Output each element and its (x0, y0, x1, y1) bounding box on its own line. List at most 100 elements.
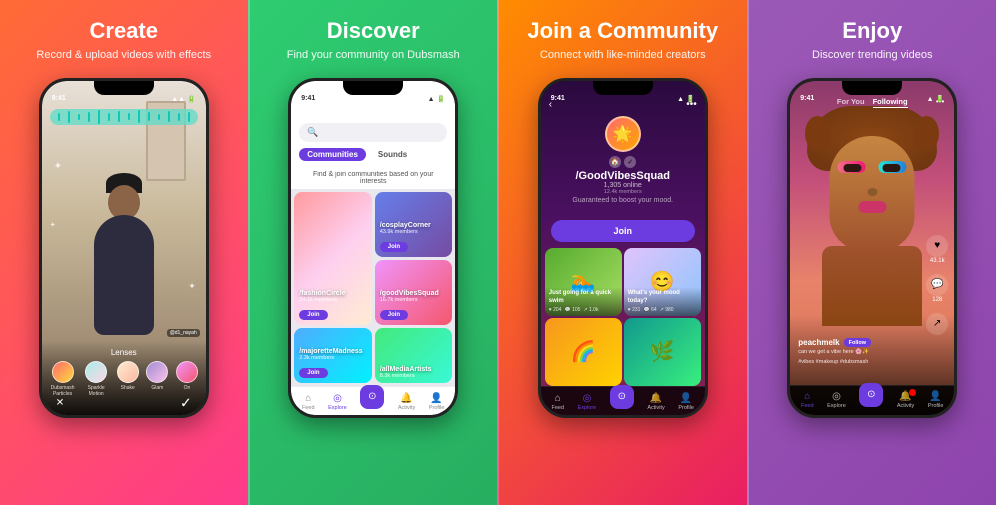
face (830, 136, 915, 251)
video-thumb-4[interactable]: 🌿 (624, 318, 701, 386)
nav-feed[interactable]: ⌂ Feed (302, 393, 315, 411)
community-videos-grid: 🏊 Just going for a quick swim ♥ 204 💬 10… (541, 248, 705, 386)
community-card-goodvibes[interactable]: /goodVibesSquad 16.7k members Join (375, 260, 453, 325)
thumb-stats-2: ♥ 231 💬 64 ↗ 980 (628, 307, 697, 313)
nav-activity-comm[interactable]: 🔔 Activity (647, 393, 664, 411)
nav-profile-comm[interactable]: 👤 Profile (678, 393, 694, 411)
nav-explore-comm[interactable]: ◎ Explore (578, 393, 597, 411)
comment-action[interactable]: 💬 128 (926, 274, 948, 303)
like-action[interactable]: ♥ 43.1k (926, 235, 948, 264)
time-display: 9:41 (301, 95, 315, 102)
camera-button[interactable]: ⊙ (360, 385, 384, 409)
nav-camera-enjoy[interactable]: ⊙ (859, 391, 883, 409)
community-card-cosplay[interactable]: /cosplayCorner 43.9k members Join (375, 192, 453, 257)
lens-circle (52, 361, 74, 383)
thumb-stats-1: ♥ 204 💬 105 ↗ 1.0k (549, 307, 618, 313)
nav-feed-label: Feed (552, 405, 565, 411)
tab-communities[interactable]: Communities (299, 148, 366, 161)
camera-button[interactable]: ⊙ (610, 385, 634, 409)
close-button[interactable]: ✕ (56, 397, 64, 408)
bottom-nav-discover: ⌂ Feed ◎ Explore ⊙ 🔔 Activity 👤 Profile (291, 386, 455, 415)
status-icons: ▲ 🔋 (677, 95, 695, 103)
tab-sounds[interactable]: Sounds (370, 148, 415, 161)
lens-shake[interactable]: Shake (117, 361, 139, 397)
fashion-join-button[interactable]: Join (299, 310, 327, 320)
like-count: 43.1k (930, 258, 945, 264)
badge-row: 🏠 ✓ (551, 156, 695, 168)
time-display: 9:41 (800, 95, 814, 102)
nav-feed-comm[interactable]: ⌂ Feed (552, 393, 565, 411)
time-display: 9:41 (52, 95, 66, 102)
community-card-fashion[interactable]: /fashionCircle 24.1k members Join (294, 192, 372, 325)
cosplay-join-button[interactable]: Join (380, 242, 408, 252)
nav-explore[interactable]: ◎ Explore (328, 393, 347, 411)
search-bar[interactable]: 🔍 (299, 123, 447, 142)
nav-profile-enjoy[interactable]: 👤 Profile (928, 391, 944, 409)
wave-line (58, 113, 60, 121)
eye-right (883, 164, 901, 172)
notification-badge (909, 389, 916, 396)
video-thumb-1[interactable]: 🏊 Just going for a quick swim ♥ 204 💬 10… (545, 248, 622, 316)
lens-dubsmash-particles[interactable]: Dubsmash Particles (50, 361, 76, 397)
video-thumb-3[interactable]: 🌈 (545, 318, 622, 386)
nav-explore-enjoy[interactable]: ◎ Explore (827, 391, 846, 409)
nav-explore-label: Explore (578, 405, 597, 411)
follow-button[interactable]: Follow (844, 338, 871, 347)
thumb-text-1: Just going for a quick swim (549, 290, 618, 306)
create-video-bg: ✦ ✦ ✦ @d1_nayah Lenses Dubsmash Particle… (42, 81, 206, 415)
nav-feed-enjoy[interactable]: ⌂ Feed (801, 391, 814, 409)
screen-create: ✦ ✦ ✦ @d1_nayah Lenses Dubsmash Particle… (42, 81, 206, 415)
majorette-join-button[interactable]: Join (299, 368, 327, 378)
community-profile-section: 🌟 🏠 ✓ /GoodVibesSquad 1,305 online 12.4k… (541, 116, 705, 214)
community-name: /GoodVibesSquad (551, 170, 695, 182)
enjoy-right-sidebar: ♥ 43.1k 💬 128 ↗ (926, 235, 948, 335)
majorette-info: /majoretteMadness 2.3k members Join (299, 348, 367, 379)
phone-notch-enjoy (842, 81, 902, 95)
home-icon: ⌂ (804, 391, 810, 402)
goodvibes-join-button[interactable]: Join (380, 310, 408, 320)
nav-camera[interactable]: ⊙ (360, 393, 384, 411)
username-tag: @d1_nayah (167, 329, 200, 337)
join-community-button[interactable]: Join (551, 220, 695, 242)
wave-line (78, 114, 80, 120)
wave-line (158, 114, 160, 120)
community-card-majorette[interactable]: /majoretteMadness 2.3k members Join (294, 328, 372, 383)
lens-circle (117, 361, 139, 383)
community-card-media[interactable]: /allMediaArtists 8.3k members (375, 328, 453, 383)
nav-feed-label: Feed (801, 403, 814, 409)
community-panel-subtitle: Connect with like-minded creators (540, 48, 706, 63)
media-members: 8.3k members (380, 373, 448, 379)
thumb-stat: 💬 105 (564, 307, 580, 313)
lens-sparkle-motion[interactable]: Sparkle Motion (83, 361, 109, 397)
fashion-circle-members: 24.1k members (299, 297, 367, 303)
nav-profile[interactable]: 👤 Profile (429, 393, 445, 411)
majorette-name: /majoretteMadness (299, 348, 367, 355)
lens-on[interactable]: On (176, 361, 198, 397)
search-icon: 🔍 (307, 127, 318, 138)
nav-activity[interactable]: 🔔 Activity (398, 393, 415, 411)
bell-icon: 🔔 (400, 393, 412, 404)
fashion-circle-name: /fashionCircle (299, 290, 367, 297)
thumb-bg-3: 🌈 (545, 318, 622, 386)
time-display: 9:41 (551, 95, 565, 102)
nav-feed-label: Feed (302, 405, 315, 411)
curl-right (914, 116, 939, 151)
person-body (94, 215, 154, 335)
video-thumb-2[interactable]: 😊 What's your mood today? ♥ 231 💬 64 ↗ 9… (624, 248, 701, 316)
discover-subtitle: Find your community on Dubsmash (287, 48, 460, 63)
person-icon: 👤 (680, 393, 692, 404)
panel-create: Create Record & upload videos with effec… (0, 0, 248, 505)
confirm-button[interactable]: ✓ (180, 394, 192, 411)
nav-camera-comm[interactable]: ⊙ (610, 393, 634, 411)
home-icon: ⌂ (555, 393, 561, 404)
lenses-row: Dubsmash Particles Sparkle Motion Shake (46, 361, 202, 397)
person-icon: 👤 (929, 391, 941, 402)
camera-button[interactable]: ⊙ (859, 383, 883, 407)
share-action[interactable]: ↗ (926, 313, 948, 335)
status-icons: ▲ 🔋 (927, 95, 945, 103)
lens-glam[interactable]: Glam (146, 361, 168, 397)
phone-notch-discover (343, 81, 403, 95)
badge-1: 🏠 (609, 156, 621, 168)
nav-activity-enjoy[interactable]: 🔔 Activity (897, 391, 914, 409)
screen-enjoy: For You Following ••• 9:41 ▲ 🔋 ♥ 43.1k (790, 81, 954, 415)
